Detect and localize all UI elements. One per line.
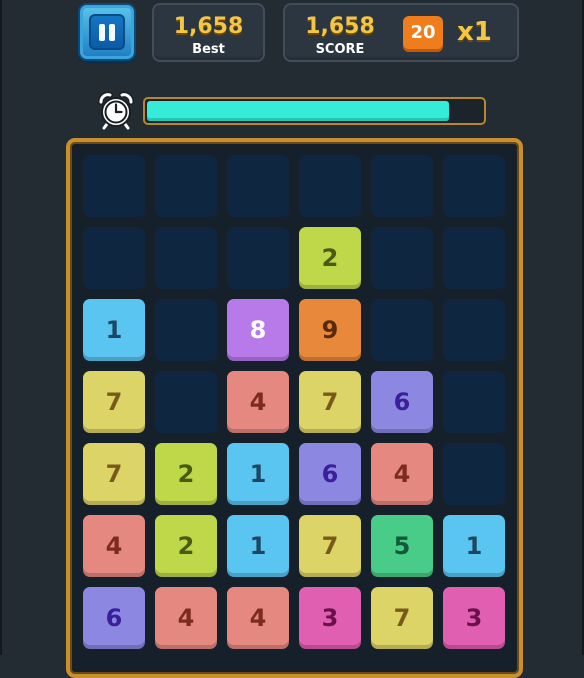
number-tile[interactable]: 7 [371,587,433,649]
number-tile[interactable]: 5 [371,515,433,577]
number-tile[interactable]: 9 [299,299,361,361]
game-board: 2189747672164421751644373 [66,138,523,678]
timer-bar-fill [147,101,449,121]
score-panel: 1,658 SCORE 20 x1 [283,3,519,62]
number-tile[interactable]: 3 [443,587,505,649]
number-tile[interactable]: 1 [227,443,289,505]
empty-cell [299,155,361,217]
empty-cell [443,371,505,433]
score-value: 1,658 [305,14,375,39]
number-tile[interactable]: 3 [299,587,361,649]
number-tile[interactable]: 6 [83,587,145,649]
alarm-clock-icon [98,91,134,130]
number-tile[interactable]: 4 [227,587,289,649]
number-tile[interactable]: 4 [83,515,145,577]
best-score-panel: 1,658 Best [152,3,265,62]
empty-cell [155,299,217,361]
number-tile[interactable]: 7 [83,371,145,433]
empty-cell [155,155,217,217]
timer-bar [143,97,486,125]
best-score-value: 1,658 [173,14,244,39]
number-tile[interactable]: 2 [155,515,217,577]
number-tile[interactable]: 1 [443,515,505,577]
number-tile[interactable]: 8 [227,299,289,361]
number-tile[interactable]: 6 [371,371,433,433]
number-tile[interactable]: 6 [299,443,361,505]
empty-cell [227,155,289,217]
pause-icon-bar-left [99,24,105,41]
empty-cell [371,227,433,289]
number-tile[interactable]: 7 [83,443,145,505]
combo-count-badge: 20 [403,16,443,52]
empty-cell [155,371,217,433]
left-edge [0,0,2,655]
number-tile[interactable]: 4 [227,371,289,433]
number-tile[interactable]: 4 [155,587,217,649]
empty-cell [83,155,145,217]
pause-button[interactable] [78,3,136,61]
score-multiplier: x1 [457,17,492,47]
empty-cell [371,299,433,361]
empty-cell [443,155,505,217]
empty-cell [443,227,505,289]
number-tile[interactable]: 4 [371,443,433,505]
number-tile[interactable]: 7 [299,371,361,433]
number-tile[interactable]: 1 [227,515,289,577]
number-tile[interactable]: 7 [299,515,361,577]
pause-icon [89,14,125,50]
number-tile[interactable]: 1 [83,299,145,361]
empty-cell [83,227,145,289]
number-tile[interactable]: 2 [299,227,361,289]
pause-icon-bar-right [109,24,115,41]
empty-cell [371,155,433,217]
empty-cell [155,227,217,289]
empty-cell [443,299,505,361]
score-label: SCORE [315,42,365,57]
empty-cell [443,443,505,505]
number-tile[interactable]: 2 [155,443,217,505]
best-score-label: Best [192,42,225,57]
empty-cell [227,227,289,289]
